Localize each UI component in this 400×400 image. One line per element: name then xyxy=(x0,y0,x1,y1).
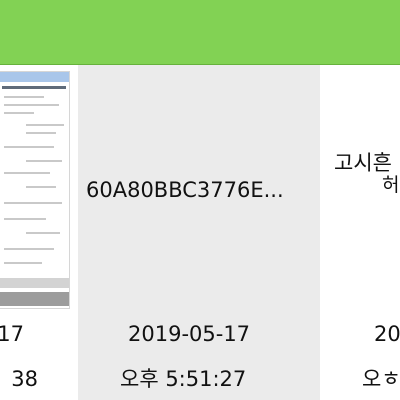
file-date: 2019-05-17 xyxy=(128,322,251,346)
file-tile-right[interactable]: 고시흔 허 20 오ㅎ xyxy=(320,65,400,400)
file-tile-selected[interactable]: 60A80BBC3776E... 2019-05-17 오후 5:51:27 xyxy=(78,65,320,400)
file-date: 20 xyxy=(374,322,400,346)
file-time: 38 xyxy=(11,367,38,391)
file-tile-left[interactable]: 17 38 xyxy=(0,65,78,400)
file-time: 오ㅎ xyxy=(362,367,400,391)
file-time: 오후 5:51:27 xyxy=(120,367,247,391)
header-bar xyxy=(0,0,400,65)
file-thumbnail xyxy=(0,71,70,309)
file-name: 60A80BBC3776E... xyxy=(86,178,284,202)
file-name-line1: 고시흔 xyxy=(334,151,392,175)
file-date: 17 xyxy=(0,322,24,346)
file-name-line2: 허 xyxy=(382,174,400,196)
